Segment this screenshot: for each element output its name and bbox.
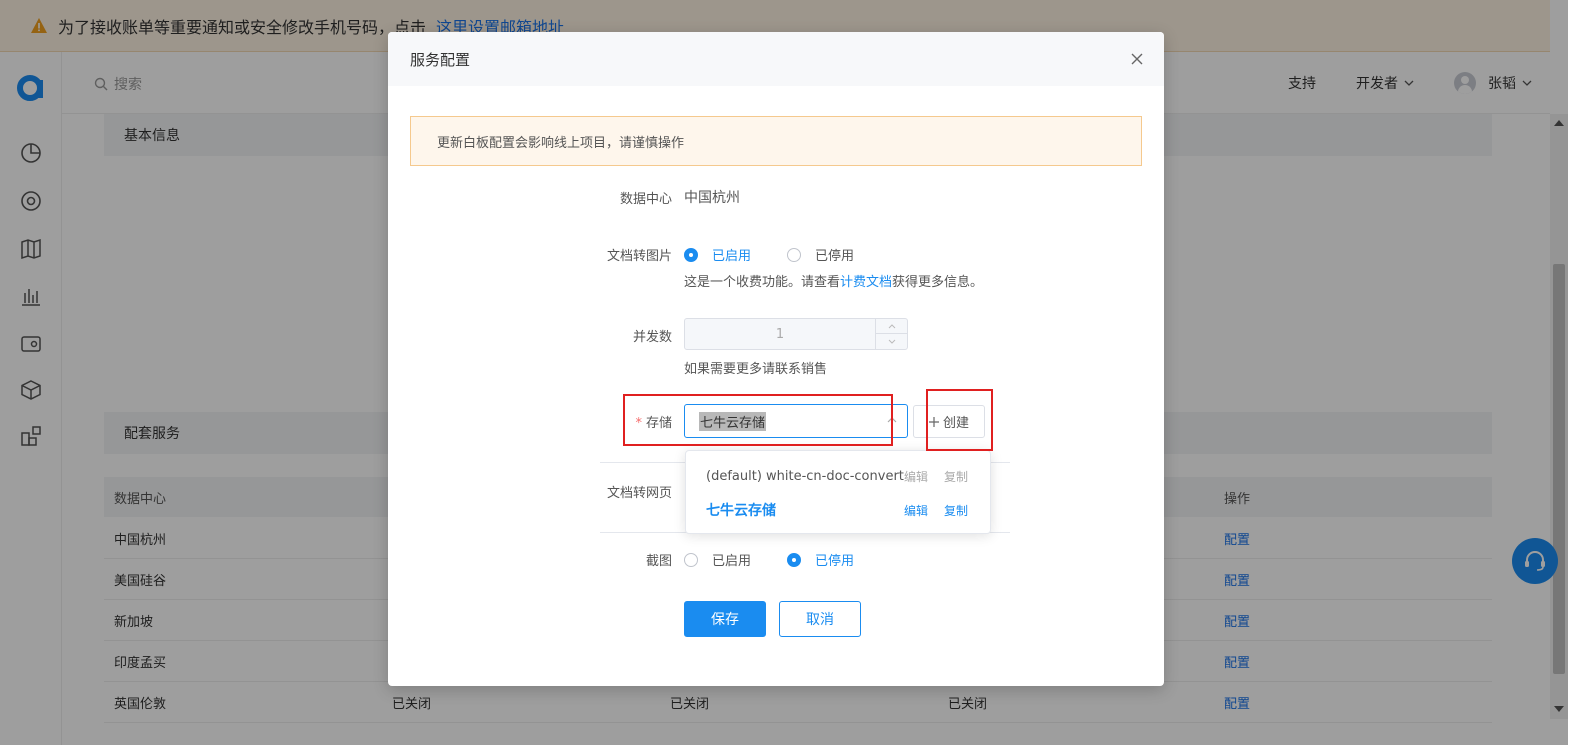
- hint-text: 这是一个收费功能。请查看: [684, 275, 841, 290]
- concurrency-stepper: 1: [684, 318, 908, 350]
- decrement-button: [875, 334, 907, 349]
- save-button[interactable]: 保存: [684, 601, 766, 637]
- storage-select[interactable]: 七牛云存储: [684, 404, 908, 438]
- hint-text: 获得更多信息。: [892, 275, 984, 290]
- concurrency-hint: 如果需要更多请联系销售: [684, 362, 828, 377]
- dropdown-option-qiniu[interactable]: 七牛云存储 编辑 复制: [686, 493, 992, 527]
- concurrency-value: 1: [775, 326, 785, 342]
- edit-link[interactable]: 编辑: [904, 468, 928, 485]
- datacenter-label: 数据中心: [619, 192, 672, 207]
- storage-label-text: 存储: [645, 416, 672, 431]
- doc-to-image-disabled-radio[interactable]: 已停用: [787, 245, 854, 264]
- copy-link[interactable]: 复制: [944, 502, 968, 519]
- chevron-down-icon: [888, 339, 895, 344]
- datacenter-value: 中国杭州: [684, 190, 740, 206]
- copy-link[interactable]: 复制: [944, 468, 968, 485]
- radio-dot: [787, 552, 801, 567]
- option-name: 七牛云存储: [706, 503, 776, 519]
- edit-link[interactable]: 编辑: [904, 502, 928, 519]
- create-storage-button[interactable]: 创建: [913, 405, 985, 438]
- screenshot-enabled-radio[interactable]: 已启用: [684, 550, 751, 569]
- radio-dot: [787, 247, 801, 262]
- radio-label: 已停用: [815, 554, 855, 569]
- storage-dropdown: (default) white-cn-doc-convert 编辑 复制 七牛云…: [685, 450, 991, 534]
- radio-dot: [684, 247, 698, 262]
- cancel-button[interactable]: 取消: [779, 601, 861, 637]
- dropdown-option-default[interactable]: (default) white-cn-doc-convert 编辑 复制: [686, 459, 992, 493]
- radio-label: 已启用: [712, 554, 752, 569]
- screenshot-label: 截图: [645, 554, 672, 569]
- service-config-dialog: 服务配置 更新白板配置会影响线上项目，请谨慎操作 数据中心 中国杭州 文档转图片…: [388, 32, 1164, 686]
- window-edge: [1568, 0, 1586, 745]
- chevron-up-icon: [888, 323, 895, 328]
- increment-button: [875, 319, 907, 334]
- doc-to-web-label: 文档转网页: [606, 486, 672, 501]
- storage-label: * 存储: [635, 416, 672, 431]
- close-icon[interactable]: [1130, 52, 1144, 66]
- billing-doc-link[interactable]: 计费文档: [840, 275, 892, 290]
- storage-selected-value: 七牛云存储: [699, 411, 767, 431]
- radio-label: 已停用: [815, 249, 855, 264]
- billing-hint: 这是一个收费功能。请查看计费文档获得更多信息。: [684, 271, 983, 290]
- doc-to-image-label: 文档转图片: [606, 249, 672, 264]
- doc-to-image-enabled-radio[interactable]: 已启用: [684, 245, 751, 264]
- radio-dot: [684, 552, 698, 567]
- chevron-up-icon: [887, 417, 897, 423]
- radio-label: 已启用: [712, 249, 752, 264]
- create-label: 创建: [942, 416, 969, 431]
- warning-alert: 更新白板配置会影响线上项目，请谨慎操作: [410, 116, 1142, 166]
- screenshot-disabled-radio[interactable]: 已停用: [787, 550, 854, 569]
- dialog-title: 服务配置: [388, 32, 1164, 86]
- concurrency-label: 并发数: [632, 330, 672, 345]
- plus-icon: [928, 416, 939, 427]
- option-name: (default) white-cn-doc-convert: [706, 468, 904, 484]
